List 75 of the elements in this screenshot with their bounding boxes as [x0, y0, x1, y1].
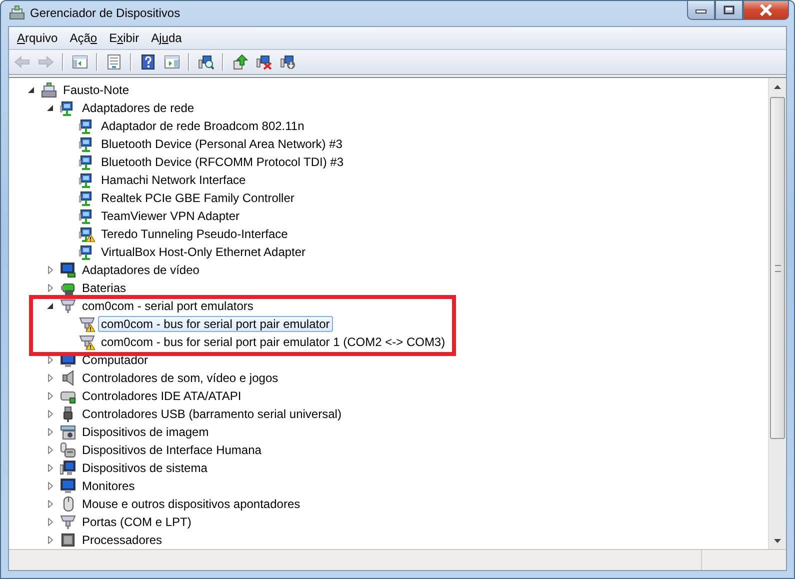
expand-arrow-icon[interactable]: [48, 410, 52, 418]
monitor-magnifier-icon: [198, 54, 214, 70]
tree-item[interactable]: Adaptador de rede Broadcom 802.11n: [98, 118, 308, 134]
tree-item[interactable]: Computador: [79, 352, 152, 368]
expand-arrow-icon[interactable]: [48, 464, 52, 472]
tree-item[interactable]: VirtualBox Host-Only Ethernet Adapter: [98, 244, 309, 260]
expand-arrow-icon[interactable]: [48, 482, 52, 490]
expand-arrow-icon[interactable]: [48, 536, 52, 544]
remove-device-icon: [256, 54, 272, 70]
port-icon: [60, 514, 76, 530]
computer-icon: [41, 82, 57, 98]
expand-arrow-icon[interactable]: [48, 500, 52, 508]
tree-item[interactable]: com0com - serial port emulators: [79, 298, 256, 314]
port-icon: [60, 298, 76, 314]
expand-arrow-icon[interactable]: [48, 356, 52, 364]
system-device-icon: [60, 460, 76, 476]
menu-item[interactable]: Exibir: [103, 29, 146, 47]
speaker-icon: [60, 370, 76, 386]
tree-item[interactable]: Processadores: [79, 532, 166, 548]
expand-arrow-icon[interactable]: [48, 374, 52, 382]
tree-item[interactable]: Fausto-Note: [60, 82, 132, 98]
scrollbar[interactable]: [768, 78, 786, 549]
pane-icon: [164, 54, 180, 70]
scroll-thumb[interactable]: [770, 97, 785, 439]
upload-arrow-icon: [232, 54, 248, 70]
tree-item[interactable]: Adaptadores de vídeo: [79, 262, 202, 278]
input-device-icon: [60, 442, 76, 458]
pane-icon: [72, 54, 88, 70]
tree-item[interactable]: Adaptadores de rede: [79, 100, 198, 116]
tree-item[interactable]: Bluetooth Device (RFCOMM Protocol TDI) #3: [98, 154, 347, 170]
back-arrow-icon: [14, 54, 30, 70]
tree-item[interactable]: Controladores de som, vídeo e jogos: [79, 370, 282, 386]
tree-item[interactable]: Dispositivos de Interface Humana: [79, 442, 264, 458]
device-manager-icon: [9, 5, 25, 21]
tree-item[interactable]: Realtek PCIe GBE Family Controller: [98, 190, 298, 206]
menu-item[interactable]: Arquivo: [11, 29, 64, 47]
menu-item[interactable]: Ajuda: [145, 29, 188, 47]
expand-arrow-icon[interactable]: [48, 446, 52, 454]
tree-item[interactable]: Bluetooth Device (Personal Area Network) #3: [98, 136, 346, 152]
tree-item[interactable]: com0com - bus for serial port pair emulator: [98, 316, 333, 332]
collapse-arrow-icon[interactable]: [28, 87, 34, 93]
tree-item[interactable]: Controladores IDE ATA/ATAPI: [79, 388, 244, 404]
close-button[interactable]: [743, 1, 789, 20]
expand-arrow-icon[interactable]: [48, 428, 52, 436]
tree-item[interactable]: com0com - bus for serial port pair emulator 1 (COM2 <-> COM3): [98, 334, 448, 350]
tree-item[interactable]: Teredo Tunneling Pseudo-Interface: [98, 226, 291, 242]
tree-item[interactable]: Controladores USB (barramento serial universal): [79, 406, 344, 422]
monitor-icon: [60, 478, 76, 494]
tree-item[interactable]: Portas (COM e LPT): [79, 514, 194, 530]
collapse-arrow-icon[interactable]: [47, 303, 53, 309]
disable-device-icon: [280, 54, 296, 70]
processor-icon: [60, 532, 76, 548]
minimize-button[interactable]: [687, 1, 715, 20]
maximize-button[interactable]: [715, 1, 743, 20]
tree-item[interactable]: Dispositivos de sistema: [79, 460, 210, 476]
menu-item[interactable]: Ação: [64, 29, 104, 47]
close-icon: [759, 4, 773, 16]
camera-icon: [60, 424, 76, 440]
expand-arrow-icon[interactable]: [48, 284, 52, 292]
tree-item[interactable]: Monitores: [79, 478, 138, 494]
forward-arrow-icon: [38, 54, 54, 70]
tree-item[interactable]: Baterias: [79, 280, 130, 296]
tree-item[interactable]: TeamViewer VPN Adapter: [98, 208, 243, 224]
window-title: Gerenciador de Dispositivos: [30, 6, 182, 20]
tree-item[interactable]: Mouse e outros dispositivos apontadores: [79, 496, 304, 512]
expand-arrow-icon[interactable]: [48, 266, 52, 274]
expand-arrow-icon[interactable]: [48, 518, 52, 526]
display-adapter-icon: [60, 262, 76, 278]
tree-item[interactable]: Dispositivos de imagem: [79, 424, 212, 440]
properties-icon: [106, 54, 122, 70]
tree-item[interactable]: Hamachi Network Interface: [98, 172, 249, 188]
collapse-arrow-icon[interactable]: [47, 105, 53, 111]
maximize-icon: [723, 5, 735, 15]
help-icon: [140, 54, 156, 70]
expand-arrow-icon[interactable]: [48, 392, 52, 400]
